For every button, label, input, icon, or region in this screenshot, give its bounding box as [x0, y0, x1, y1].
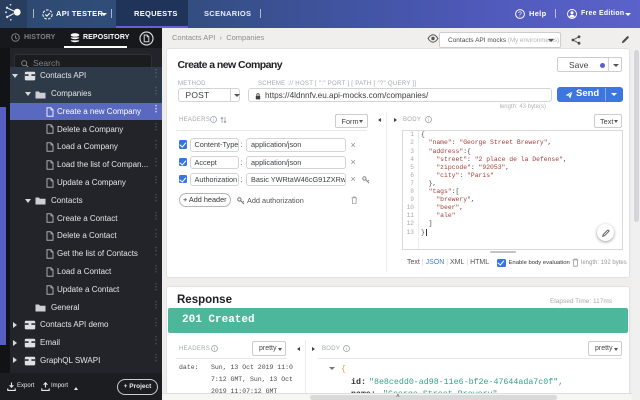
svg-text:i: i — [346, 346, 347, 352]
svg-text:i: i — [214, 346, 215, 352]
svg-text:i: i — [213, 117, 214, 123]
svg-text:?: ? — [518, 12, 522, 19]
svg-text:i: i — [428, 117, 429, 123]
